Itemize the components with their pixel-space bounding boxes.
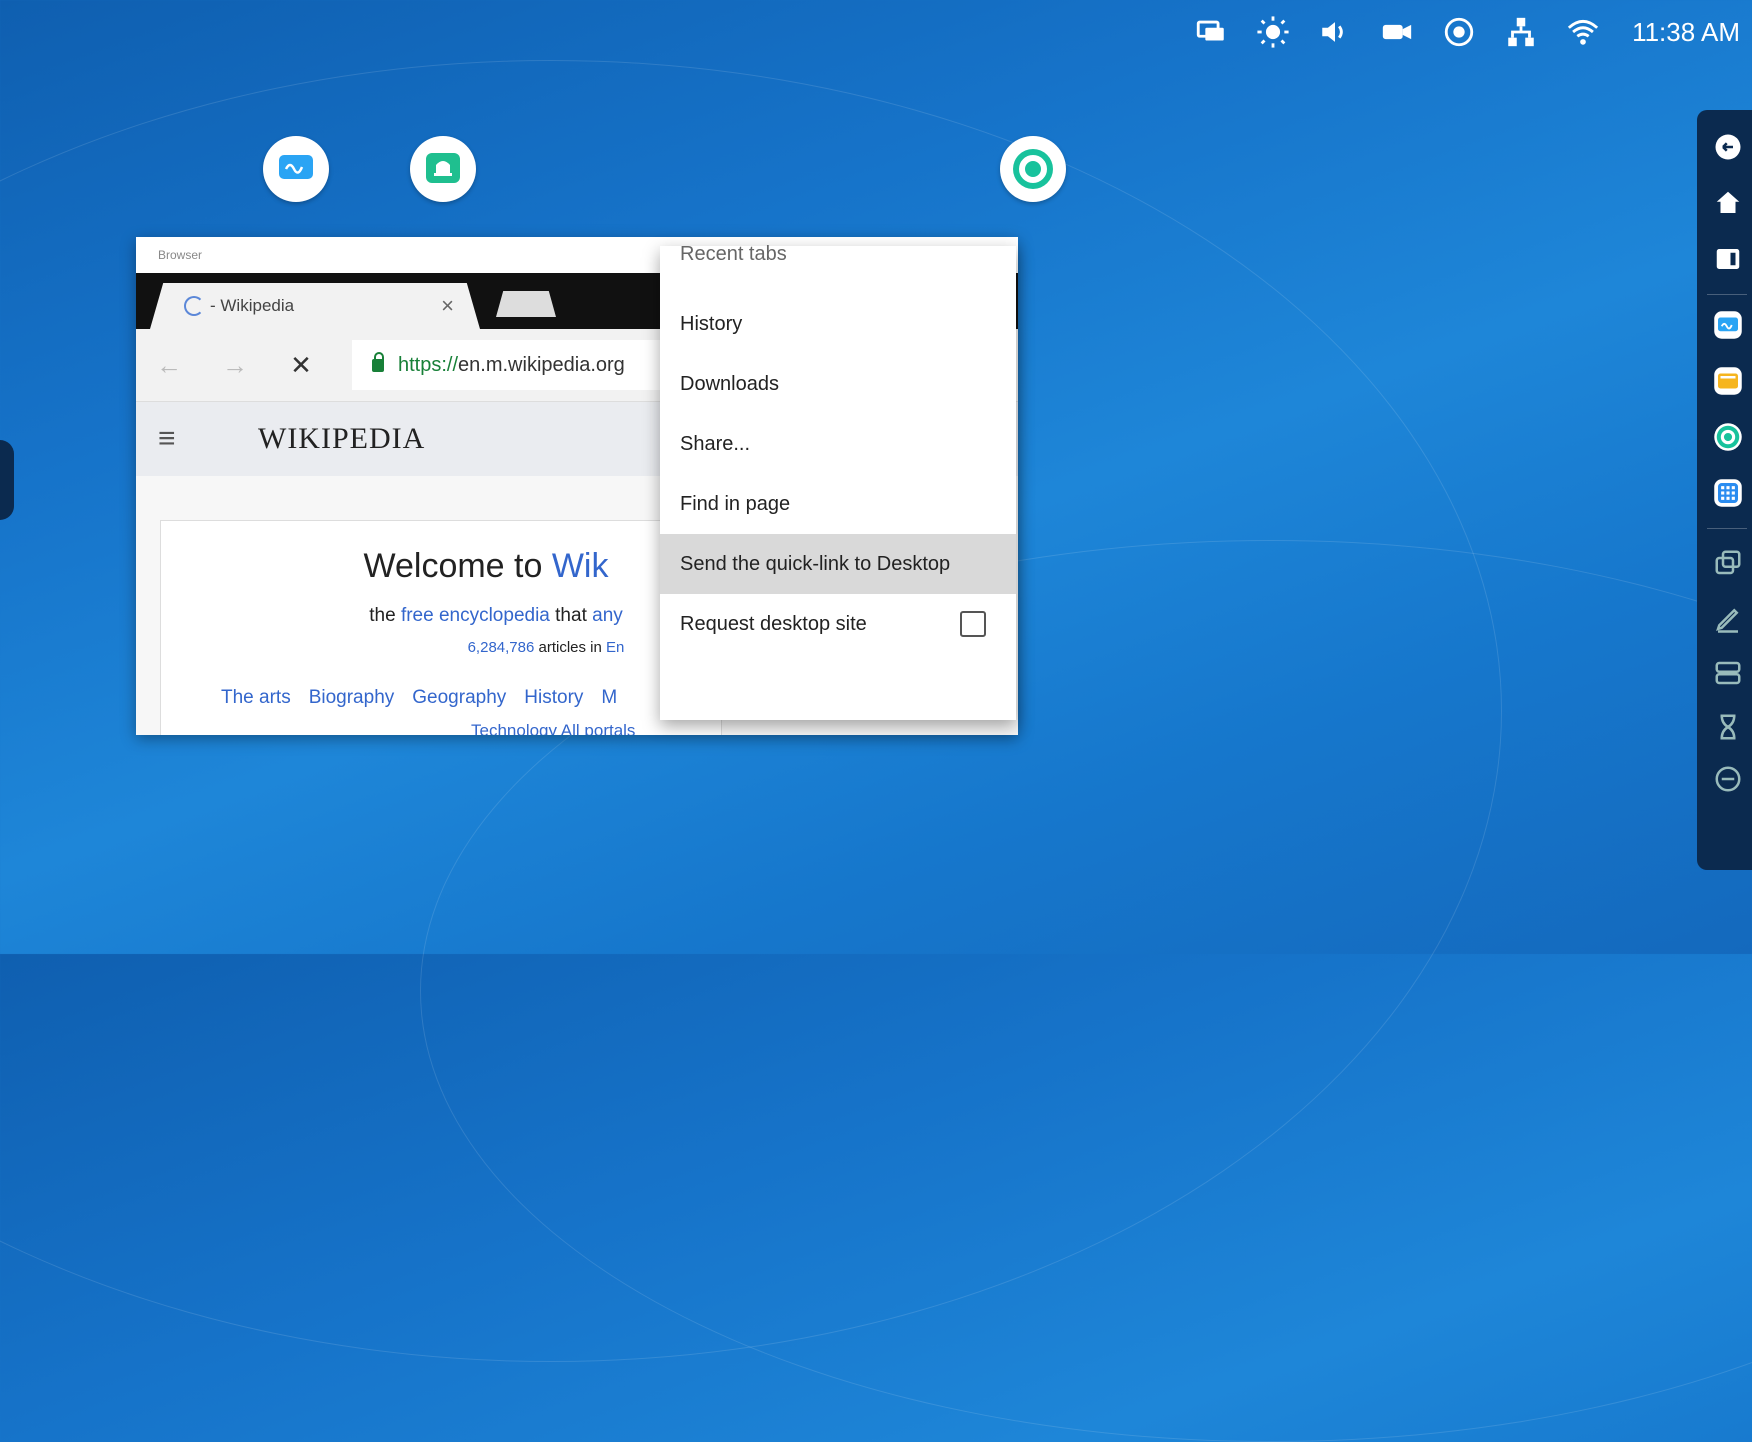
url-host: en.m.wikipedia.org xyxy=(458,353,625,376)
welcome-heading: Welcome to Wik xyxy=(161,547,721,586)
bell-app-icon xyxy=(426,153,460,183)
dock-whiteboard-app[interactable] xyxy=(1711,308,1745,342)
window-icon xyxy=(1716,249,1740,269)
menu-item-label: Recent tabs xyxy=(680,242,787,265)
multi-window-icon xyxy=(1715,550,1741,575)
lock-icon xyxy=(372,351,384,372)
article-count-text: articles in xyxy=(534,639,607,656)
free-encyclopedia-link[interactable]: free encyclopedia xyxy=(401,605,550,626)
signal-icon[interactable] xyxy=(1442,15,1476,49)
pen-icon xyxy=(1716,608,1739,633)
anyone-link[interactable]: any xyxy=(592,605,623,626)
browser-overflow-menu: Recent tabs History Downloads Share... Find … xyxy=(660,243,1016,720)
url-scheme: https:// xyxy=(398,353,459,376)
article-count-link[interactable]: 6,284,786 xyxy=(468,639,535,656)
menu-item-label: Find in page xyxy=(680,492,791,515)
desktop-icon-whiteboard[interactable] xyxy=(261,136,331,219)
home-icon xyxy=(1716,191,1740,213)
portal-link[interactable]: History xyxy=(524,687,583,708)
dock-ring-app[interactable] xyxy=(1711,420,1745,454)
menu-item-label: Send the quick-link to Desktop xyxy=(680,552,951,575)
desktop-icon-ring[interactable] xyxy=(998,136,1068,219)
ring-app-icon xyxy=(1714,423,1742,451)
menu-item[interactable]: Downloads xyxy=(660,354,1016,414)
dock-window-button[interactable] xyxy=(1711,242,1745,276)
portal-link[interactable]: M xyxy=(601,687,617,708)
tagline-text: the xyxy=(369,605,401,626)
welcome-text: Welcome to xyxy=(363,547,552,585)
tagline-text-2: that xyxy=(549,605,593,626)
welcome-link[interactable]: Wik xyxy=(552,547,609,585)
side-dock xyxy=(1697,110,1752,870)
whiteboard-app-icon xyxy=(279,155,313,179)
wifi-icon[interactable] xyxy=(1566,15,1600,49)
article-count: 6,284,786 articles in En xyxy=(161,639,721,656)
network-icon[interactable] xyxy=(1504,15,1538,49)
hamburger-menu-icon[interactable]: ≡ xyxy=(158,422,218,456)
menu-item[interactable]: Send the quick-link to Desktop xyxy=(660,534,1016,594)
status-bar: 11:38 AM xyxy=(1194,14,1740,50)
dock-folder-app[interactable] xyxy=(1711,364,1745,398)
ring-app-icon xyxy=(1013,149,1053,189)
menu-item-label: Request desktop site xyxy=(680,612,867,635)
screen-mirror-icon[interactable] xyxy=(1194,15,1228,49)
folder-app-icon xyxy=(1714,367,1742,395)
back-button[interactable]: ← xyxy=(136,350,202,381)
menu-item-label: Downloads xyxy=(680,372,779,395)
dock-timer-button[interactable] xyxy=(1711,710,1745,744)
edge-drawer-handle[interactable] xyxy=(0,440,14,520)
menu-item[interactable]: Recent tabs xyxy=(660,234,1016,274)
menu-item-label: History xyxy=(680,312,743,335)
loading-spinner-icon xyxy=(184,296,204,316)
menu-item[interactable]: Share... xyxy=(660,414,1016,474)
portal-link[interactable]: Biography xyxy=(309,687,395,708)
dock-multiwindow-button[interactable] xyxy=(1711,546,1745,580)
welcome-card: Welcome to Wik the free encyclopedia tha… xyxy=(160,520,722,735)
menu-item[interactable]: History xyxy=(660,294,1016,354)
request-desktop-checkbox[interactable] xyxy=(960,611,986,637)
dock-pen-button[interactable] xyxy=(1711,602,1745,636)
camera-icon[interactable] xyxy=(1380,15,1414,49)
wikipedia-logo[interactable]: WIKIPEDIA xyxy=(258,422,425,456)
language-link[interactable]: En xyxy=(606,639,624,656)
browser-tab[interactable]: - Wikipedia × xyxy=(150,283,480,329)
desktop-icon-bell[interactable] xyxy=(408,136,478,219)
apps-grid-icon xyxy=(1714,479,1742,507)
tab-title: - Wikipedia xyxy=(210,296,295,315)
minus-circle-icon xyxy=(1715,766,1741,792)
dock-apps-button[interactable] xyxy=(1711,476,1745,510)
clock: 11:38 AM xyxy=(1632,16,1740,47)
brightness-icon[interactable] xyxy=(1256,15,1290,49)
portal-links-row2[interactable]: Technology All portals xyxy=(471,721,635,735)
stop-button[interactable]: ✕ xyxy=(268,350,334,381)
storage-icon xyxy=(1715,661,1741,685)
menu-item[interactable]: Request desktop site xyxy=(660,594,1016,654)
new-tab-button[interactable] xyxy=(496,291,556,317)
dock-storage-button[interactable] xyxy=(1711,656,1745,690)
back-icon xyxy=(1715,134,1741,160)
menu-item[interactable]: Find in page xyxy=(660,474,1016,534)
tab-close-icon[interactable]: × xyxy=(441,293,454,319)
portal-link[interactable]: Geography xyxy=(412,687,506,708)
tagline: the free encyclopedia that any xyxy=(161,605,721,627)
hourglass-icon xyxy=(1720,714,1736,740)
dock-minimize-button[interactable] xyxy=(1711,762,1745,796)
window-title: Browser xyxy=(158,248,203,262)
dock-back-button[interactable] xyxy=(1711,130,1745,164)
menu-item-label: Share... xyxy=(680,432,751,455)
forward-button[interactable]: → xyxy=(202,350,268,381)
portal-link[interactable]: The arts xyxy=(221,687,291,708)
volume-icon[interactable] xyxy=(1318,15,1352,49)
dock-home-button[interactable] xyxy=(1711,186,1745,220)
whiteboard-app-icon xyxy=(1714,311,1742,339)
portal-links: The arts Biography Geography History M xyxy=(221,687,635,709)
